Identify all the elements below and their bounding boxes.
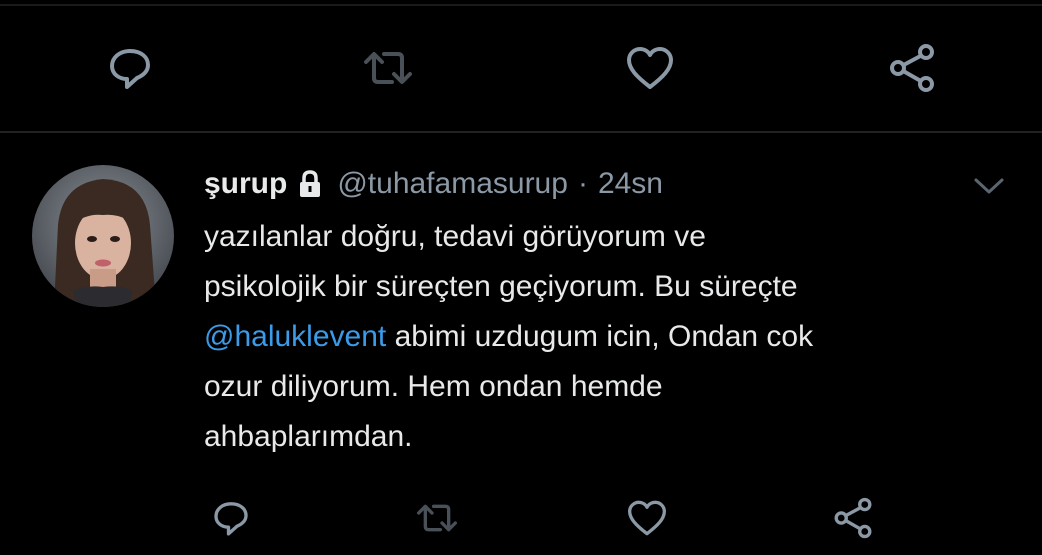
avatar[interactable] <box>32 165 174 307</box>
tweet-text-line: @haluklevent abimi uzdugum icin, Ondan c… <box>204 312 1024 362</box>
retweet-icon <box>416 504 457 532</box>
tweet-divider <box>0 131 1042 133</box>
share-icon <box>890 44 934 92</box>
reply-icon <box>110 49 150 89</box>
share-icon <box>834 497 872 539</box>
retweet-button[interactable] <box>412 490 462 546</box>
avatar-photo <box>32 165 174 307</box>
timestamp[interactable]: 24sn <box>598 167 663 201</box>
tweet-text-segment: abimi uzdugum icin, Ondan cok <box>386 320 814 353</box>
display-name[interactable]: şurup <box>204 167 287 201</box>
separator-dot: · <box>577 167 588 200</box>
tweet-header: şurup @tuhafamasurup · 24sn <box>204 164 663 204</box>
previous-tweet-action-bar <box>0 38 1042 98</box>
tweet-text-line: psikolojik bir süreçten geçiyorum. Bu sü… <box>204 270 798 303</box>
like-button[interactable] <box>622 490 672 546</box>
heart-icon <box>628 500 666 536</box>
share-button[interactable] <box>828 490 878 546</box>
tweet-menu-button[interactable] <box>972 172 1006 200</box>
tweet-text-line: yazılanlar doğru, tedavi görüyorum ve <box>204 220 706 253</box>
like-button[interactable] <box>620 38 680 98</box>
lock-icon <box>297 170 323 198</box>
retweet-icon <box>364 52 412 84</box>
chevron-down-icon <box>974 178 1004 194</box>
retweet-button[interactable] <box>358 38 418 98</box>
heart-icon <box>627 47 673 89</box>
share-button[interactable] <box>882 38 942 98</box>
reply-button[interactable] <box>206 490 256 546</box>
reply-icon <box>214 502 248 536</box>
reply-button[interactable] <box>100 38 160 98</box>
top-divider <box>0 4 1042 6</box>
mention-link[interactable]: @haluklevent <box>204 320 386 353</box>
tweet-text: yazılanlar doğru, tedavi görüyorum ve ps… <box>204 212 1024 462</box>
tweet-action-bar <box>0 490 1042 550</box>
tweet-text-line: ahbaplarımdan. <box>204 420 413 453</box>
user-handle[interactable]: @tuhafamasurup <box>337 167 568 201</box>
tweet-text-line: ozur diliyorum. Hem ondan hemde <box>204 370 663 403</box>
